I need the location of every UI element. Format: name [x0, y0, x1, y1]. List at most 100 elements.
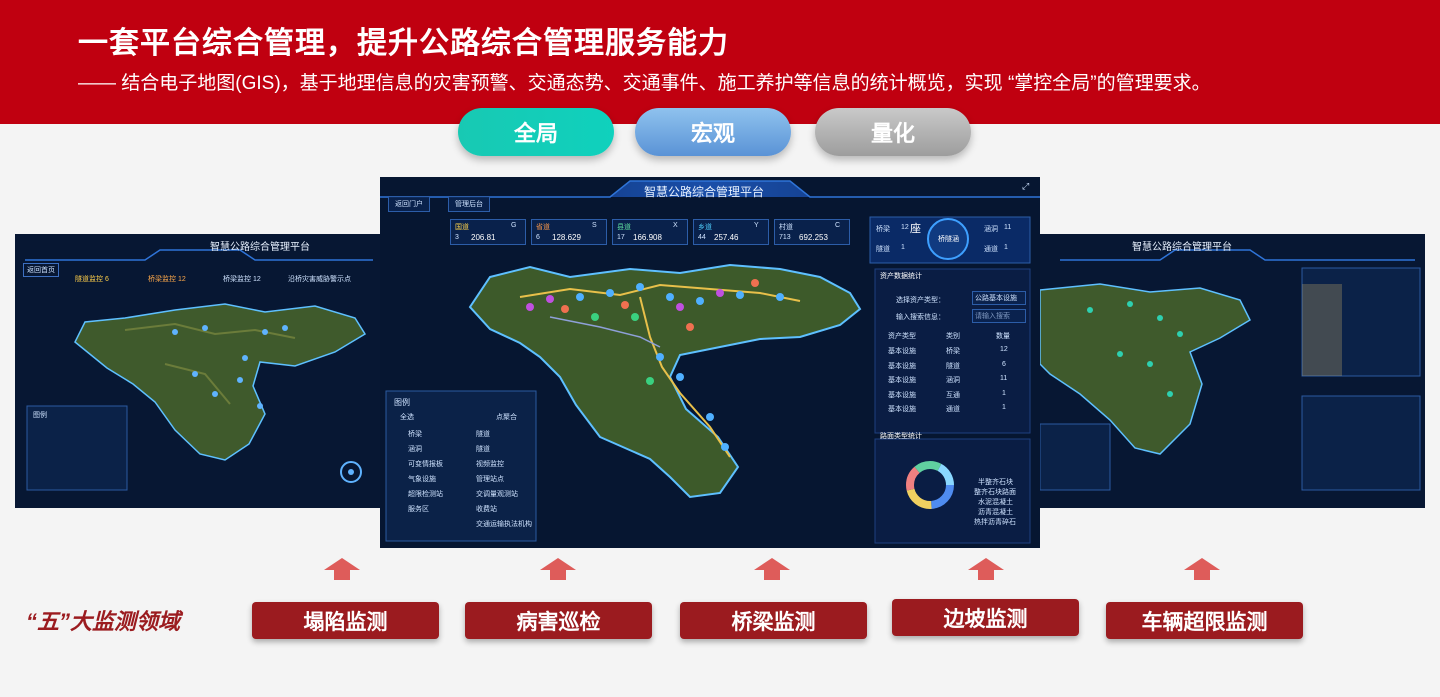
stat-township-code: Y [754, 222, 759, 229]
pill-quantify[interactable]: 量化 [815, 108, 971, 156]
legend-item-5[interactable]: 可变情报板 [408, 459, 443, 469]
passage-value: 1 [1004, 244, 1008, 251]
search-label: 输入搜索信息： [896, 314, 945, 321]
stat-county-code: X [673, 222, 678, 229]
left-platform-screenshot: 智慧公路综合管理平台 返回首页 隧道监控 6 桥梁监控 12 桥梁监控 12 沿… [15, 234, 383, 508]
asset-stats-title: 资产数据统计 [880, 273, 922, 280]
stat-provincial-code: S [592, 222, 597, 229]
admin-button[interactable]: 管理后台 [448, 196, 490, 212]
stat-provincial-length: 128.629 [552, 233, 581, 242]
stat-township: 乡道 Y 44 257.46 [693, 219, 769, 245]
legend-select-all[interactable]: 全选 [400, 412, 414, 422]
overload-monitoring-button[interactable]: 车辆超限监测 [1106, 602, 1303, 639]
row4-type: 基本设施 [888, 392, 916, 399]
row3-category: 涵洞 [946, 377, 960, 384]
up-arrow-icon [754, 558, 790, 580]
legend-item-9[interactable]: 超限检测站 [408, 489, 443, 499]
legend-item-4[interactable]: 隧道 [476, 444, 490, 454]
asset-type-select[interactable]: 公路基本设施 [972, 291, 1026, 305]
left-tab-3[interactable]: 桥梁监控 12 [223, 274, 261, 284]
legend-item-1[interactable]: 桥梁 [408, 429, 422, 439]
legend-item-11[interactable]: 服务区 [408, 504, 429, 514]
row1-type: 基本设施 [888, 348, 916, 355]
legend-item-10[interactable]: 交调量观测站 [476, 489, 518, 499]
search-input[interactable]: 请输入搜索 [972, 309, 1026, 323]
stat-county-name: 县道 [617, 224, 631, 231]
pill-global[interactable]: 全局 [458, 108, 614, 156]
stat-national-code: G [511, 222, 517, 229]
five-domains-label: “五”大监测领域 [26, 609, 181, 634]
back-portal-label: 返回门户 [395, 201, 423, 208]
pavement-legend-1: 半整齐石块 [978, 479, 1013, 486]
stat-national: 国道 G 3 206.81 [450, 219, 526, 245]
stat-county-count: 17 [617, 234, 625, 241]
bridge-unit: 座 [910, 223, 921, 235]
bridge-value: 12 [901, 224, 909, 231]
stat-county-length: 166.908 [633, 233, 662, 242]
asset-col-type: 资产类型 [888, 333, 916, 340]
culvert-label: 涵洞 [984, 226, 998, 233]
stat-national-count: 3 [455, 234, 459, 241]
legend-item-12[interactable]: 收费站 [476, 504, 497, 514]
slope-monitoring-button[interactable]: 边坡监测 [892, 599, 1079, 636]
row2-category: 隧道 [946, 363, 960, 370]
main-platform-title: 智慧公路综合管理平台 [644, 185, 765, 199]
bridge-label: 桥梁 [876, 226, 890, 233]
legend-item-14[interactable]: 交通运输执法机构 [476, 519, 532, 529]
left-platform-title: 智慧公路综合管理平台 [210, 242, 310, 253]
pavement-legend-5: 热拌沥青碎石 [974, 519, 1016, 526]
stat-provincial-name: 省道 [536, 224, 550, 231]
passage-label: 通道 [984, 246, 998, 253]
row2-type: 基本设施 [888, 363, 916, 370]
collapse-monitoring-button[interactable]: 塌陷监测 [252, 602, 439, 639]
row2-count: 6 [1002, 361, 1006, 368]
stat-village: 村道 C 713 692.253 [774, 219, 850, 245]
stat-national-name: 国道 [455, 224, 469, 231]
row5-count: 1 [1002, 404, 1006, 411]
header-banner: 一套平台综合管理，提升公路综合管理服务能力 —— 结合电子地图(GIS)，基于地… [0, 0, 1440, 124]
stat-township-name: 乡道 [698, 224, 712, 231]
legend-item-3[interactable]: 涵洞 [408, 444, 422, 454]
up-arrow-icon [1184, 558, 1220, 580]
left-tab-1[interactable]: 隧道监控 6 [75, 274, 109, 284]
pavement-legend-3: 水泥混凝土 [978, 499, 1013, 506]
page-title: 一套平台综合管理，提升公路综合管理服务能力 [78, 27, 729, 60]
row3-count: 11 [1000, 375, 1008, 382]
row3-type: 基本设施 [888, 377, 916, 384]
legend-item-6[interactable]: 视频监控 [476, 459, 504, 469]
row1-category: 桥梁 [946, 348, 960, 355]
bridge-monitoring-button[interactable]: 桥梁监测 [680, 602, 867, 639]
stat-village-count: 713 [779, 234, 791, 241]
left-tab-4[interactable]: 沿桥灾害威胁警示点 [288, 274, 351, 284]
left-legend-title: 图例 [33, 412, 47, 419]
legend-item-7[interactable]: 气象设施 [408, 474, 436, 484]
fullscreen-icon[interactable]: ⤢ [1022, 181, 1029, 192]
legend-item-8[interactable]: 管理站点 [476, 474, 504, 484]
stat-village-code: C [835, 222, 841, 229]
asset-col-category: 类别 [946, 333, 960, 340]
up-arrow-icon [540, 558, 576, 580]
tunnel-label: 隧道 [876, 246, 890, 253]
back-to-portal-button[interactable]: 返回门户 [388, 196, 430, 212]
main-platform-screenshot: 智慧公路综合管理平台 返回门户 管理后台 ⤢ 国道 G 3 206.81 省道 … [380, 177, 1040, 548]
defect-inspection-button[interactable]: 病害巡检 [465, 602, 652, 639]
tunnel-value: 1 [901, 244, 905, 251]
left-back-button[interactable]: 返回首页 [23, 263, 59, 277]
pill-macro[interactable]: 宏观 [635, 108, 791, 156]
row4-count: 1 [1002, 390, 1006, 397]
stat-county: 县道 X 17 166.908 [612, 219, 688, 245]
stat-village-length: 692.253 [799, 233, 828, 242]
asset-type-label: 选择资产类型： [896, 297, 945, 304]
stat-village-name: 村道 [779, 224, 793, 231]
row5-type: 基本设施 [888, 406, 916, 413]
legend-title: 图例 [394, 398, 410, 407]
culvert-value: 11 [1004, 224, 1012, 231]
asset-col-count: 数量 [996, 333, 1010, 340]
row1-count: 12 [1000, 346, 1008, 353]
legend-item-2[interactable]: 隧道 [476, 429, 490, 439]
left-tab-2[interactable]: 桥梁监控 12 [148, 274, 186, 284]
bridge-tunnel-center: 桥隧涵 [938, 236, 959, 243]
right-platform-screenshot: 智慧公路综合管理平台 [1040, 234, 1425, 508]
legend-cluster-toggle[interactable]: 点聚合 [496, 412, 517, 422]
stat-provincial-count: 6 [536, 234, 540, 241]
